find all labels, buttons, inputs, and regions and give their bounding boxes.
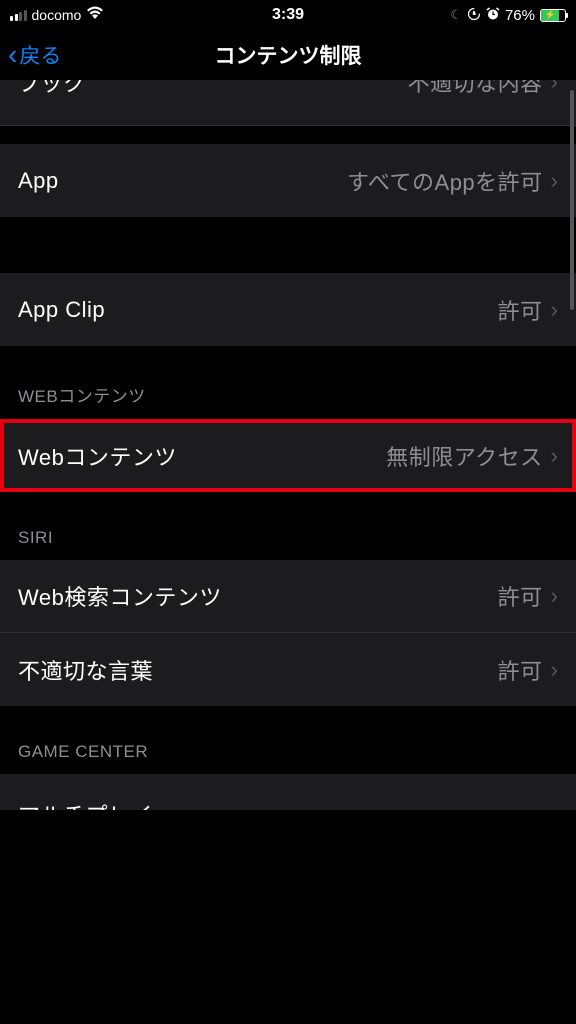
row-right: すべてのAppを許可 › — [347, 165, 558, 197]
back-button[interactable]: ‹ 戻る — [8, 40, 61, 70]
row-label: App Clip — [18, 297, 105, 323]
row-web-search[interactable]: Web検索コンテンツ 許可 › — [0, 560, 576, 633]
signal-icon — [10, 9, 27, 21]
alarm-icon — [486, 7, 500, 24]
wifi-icon — [86, 6, 104, 24]
row-books[interactable]: ブック 不適切な内容 › — [0, 80, 576, 126]
row-appclip[interactable]: App Clip 許可 › — [0, 273, 576, 346]
chevron-right-icon: › — [551, 168, 558, 194]
row-right: 許可 › — [498, 654, 558, 686]
spacer — [0, 126, 576, 144]
chevron-right-icon: › — [551, 657, 558, 683]
chevron-right-icon: › — [551, 297, 558, 323]
back-label: 戻る — [19, 40, 61, 70]
row-value: 許可 — [498, 654, 543, 686]
orientation-lock-icon — [467, 7, 481, 24]
row-value: 不適切な内容 — [408, 80, 543, 98]
row-web-content[interactable]: Webコンテンツ 無制限アクセス › — [0, 419, 576, 492]
status-bar: docomo 3:39 ☾ 76% ⚡ — [0, 0, 576, 30]
row-multiplayer[interactable]: マルチプレイ — [0, 774, 576, 810]
content-scroll[interactable]: ブック 不適切な内容 › App すべてのAppを許可 › App Clip 許… — [0, 80, 576, 1024]
row-value: 無制限アクセス — [386, 440, 542, 472]
row-right: 許可 › — [498, 294, 558, 326]
battery-icon: ⚡ — [540, 9, 566, 22]
row-value: すべてのAppを許可 — [347, 165, 543, 197]
chevron-left-icon: ‹ — [8, 41, 17, 69]
scroll-indicator[interactable] — [570, 90, 574, 310]
row-label: App — [18, 168, 59, 194]
spacer — [0, 217, 576, 273]
section-header-web: WEBコンテンツ — [0, 346, 576, 419]
charging-icon: ⚡ — [545, 10, 556, 21]
chevron-right-icon: › — [551, 80, 558, 95]
nav-bar: ‹ 戻る コンテンツ制限 — [0, 30, 576, 80]
row-label: ブック — [18, 80, 86, 98]
row-value: 許可 — [498, 294, 543, 326]
row-label: マルチプレイ — [18, 798, 153, 810]
section-header-gamecenter: GAME CENTER — [0, 706, 576, 774]
row-right: 許可 › — [498, 580, 558, 612]
row-label: Web検索コンテンツ — [18, 580, 222, 612]
row-inappropriate-language[interactable]: 不適切な言葉 許可 › — [0, 633, 576, 706]
page-title: コンテンツ制限 — [215, 40, 362, 70]
battery-percent: 76% — [505, 7, 535, 24]
row-right: 無制限アクセス › — [386, 440, 558, 472]
section-header-siri: SIRI — [0, 492, 576, 560]
row-app[interactable]: App すべてのAppを許可 › — [0, 144, 576, 217]
clock: 3:39 — [272, 6, 304, 24]
row-label: 不適切な言葉 — [18, 654, 153, 686]
status-right: ☾ 76% ⚡ — [450, 7, 566, 24]
chevron-right-icon: › — [551, 583, 558, 609]
row-value: 許可 — [498, 580, 543, 612]
carrier-label: docomo — [32, 7, 82, 23]
dnd-icon: ☾ — [450, 7, 462, 23]
status-left: docomo — [10, 6, 104, 24]
chevron-right-icon: › — [551, 443, 558, 469]
row-label: Webコンテンツ — [18, 440, 177, 472]
row-right: 不適切な内容 › — [408, 80, 558, 112]
